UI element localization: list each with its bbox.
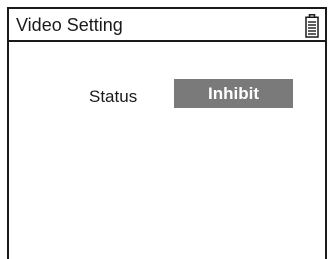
status-label: Status (89, 87, 138, 106)
battery-icon (305, 14, 319, 38)
screen: Video Setting Status Inhibit (0, 0, 328, 259)
title-bar: Video Setting (9, 9, 325, 42)
window-frame: Video Setting Status Inhibit (7, 7, 327, 259)
status-value-button[interactable]: Inhibit (174, 79, 293, 108)
page-title: Video Setting (16, 15, 123, 35)
